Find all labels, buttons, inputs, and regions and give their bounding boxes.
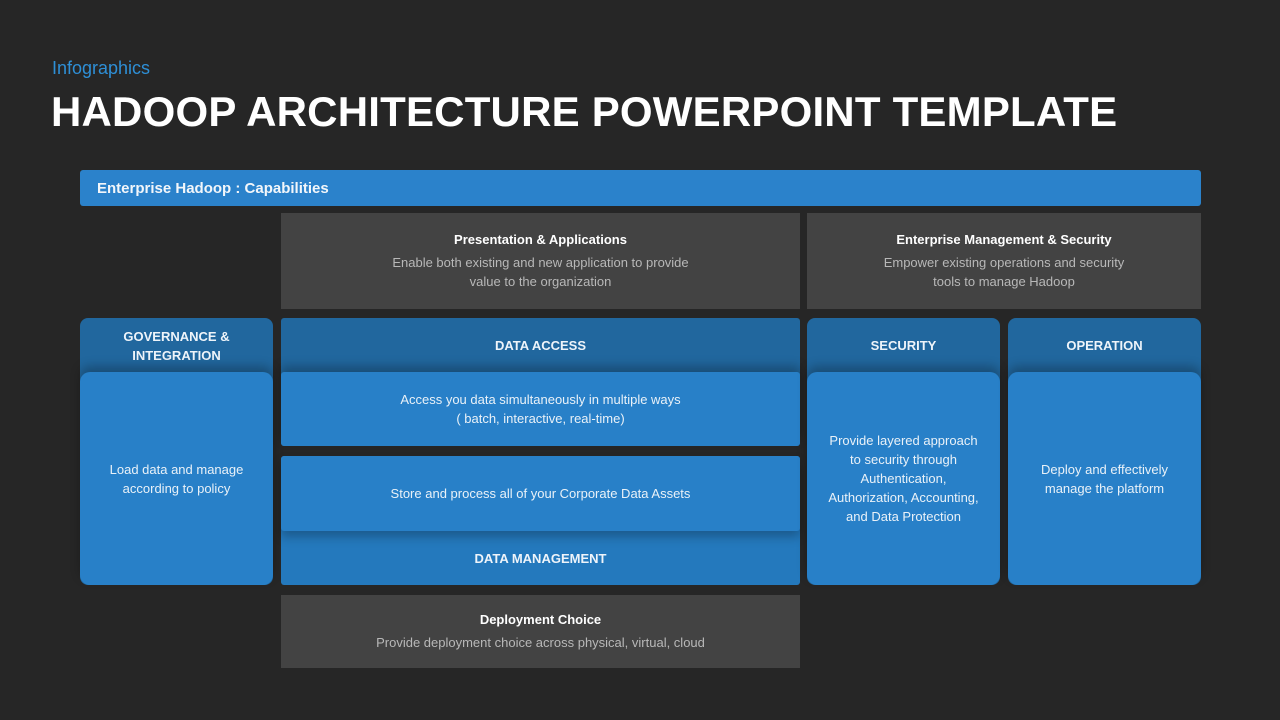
data-access-block: DATA ACCESS Access you data simultaneous… [281,318,800,446]
block-body: Store and process all of your Corporate … [281,456,800,531]
block-heading: DATA ACCESS [495,338,586,353]
body-line: ( batch, interactive, real-time) [456,411,625,426]
body-line: to security through [850,452,957,467]
body-line: Deploy and effectively [1041,461,1168,477]
column-body: Load data and manage according to policy [80,372,273,585]
body-line: according to policy [122,480,231,496]
column-heading: OPERATION [1066,338,1143,353]
security-column: SECURITY Provide layered approach to sec… [807,318,1000,585]
panel-description: Provide deployment choice across physica… [376,634,705,650]
presentation-applications-panel: Presentation & Applications Enable both … [281,213,800,309]
column-heading: SECURITY [870,338,937,353]
governance-integration-column: GOVERNANCE & INTEGRATION Load data and m… [80,318,273,585]
panel-heading: Deployment Choice [479,611,602,627]
heading-line: GOVERNANCE & [123,328,230,344]
block-body: Access you data simultaneously in multip… [281,372,800,446]
panel-description-line: Enable both existing and new application… [392,254,689,270]
slide-title: HADOOP ARCHITECTURE POWERPOINT TEMPLATE [51,88,1118,135]
body-line: manage the platform [1044,480,1165,496]
body-line: Authorization, Accounting, [828,490,979,505]
capabilities-banner: Enterprise Hadoop : Capabilities [80,170,1201,206]
column-heading: GOVERNANCE & INTEGRATION [80,318,273,373]
panel-heading: Presentation & Applications [454,231,627,247]
slide-subtitle: Infographics [52,58,151,78]
column-body: Provide layered approach to security thr… [807,372,1000,585]
deployment-choice-panel: Deployment Choice Provide deployment cho… [281,595,800,668]
heading-line: INTEGRATION [132,347,221,363]
body-line: Load data and manage [109,461,244,477]
panel-description-line: value to the organization [469,273,612,289]
panel-heading: Enterprise Management & Security [896,231,1112,247]
panel-description-line: tools to manage Hadoop [933,273,1075,289]
body-line: Authentication, [860,471,947,486]
body-line: and Data Protection [846,509,961,524]
data-management-block: Store and process all of your Corporate … [281,456,800,585]
operation-column: OPERATION Deploy and effectively manage … [1008,318,1201,585]
body-line: Provide layered approach [829,433,978,448]
block-heading: DATA MANAGEMENT [474,550,607,566]
panel-description-line: Empower existing operations and security [883,254,1125,270]
column-body: Deploy and effectively manage the platfo… [1008,372,1201,585]
body-line: Access you data simultaneously in multip… [400,392,681,407]
enterprise-management-panel: Enterprise Management & Security Empower… [807,213,1201,309]
banner-label: Enterprise Hadoop : Capabilities [97,179,329,197]
